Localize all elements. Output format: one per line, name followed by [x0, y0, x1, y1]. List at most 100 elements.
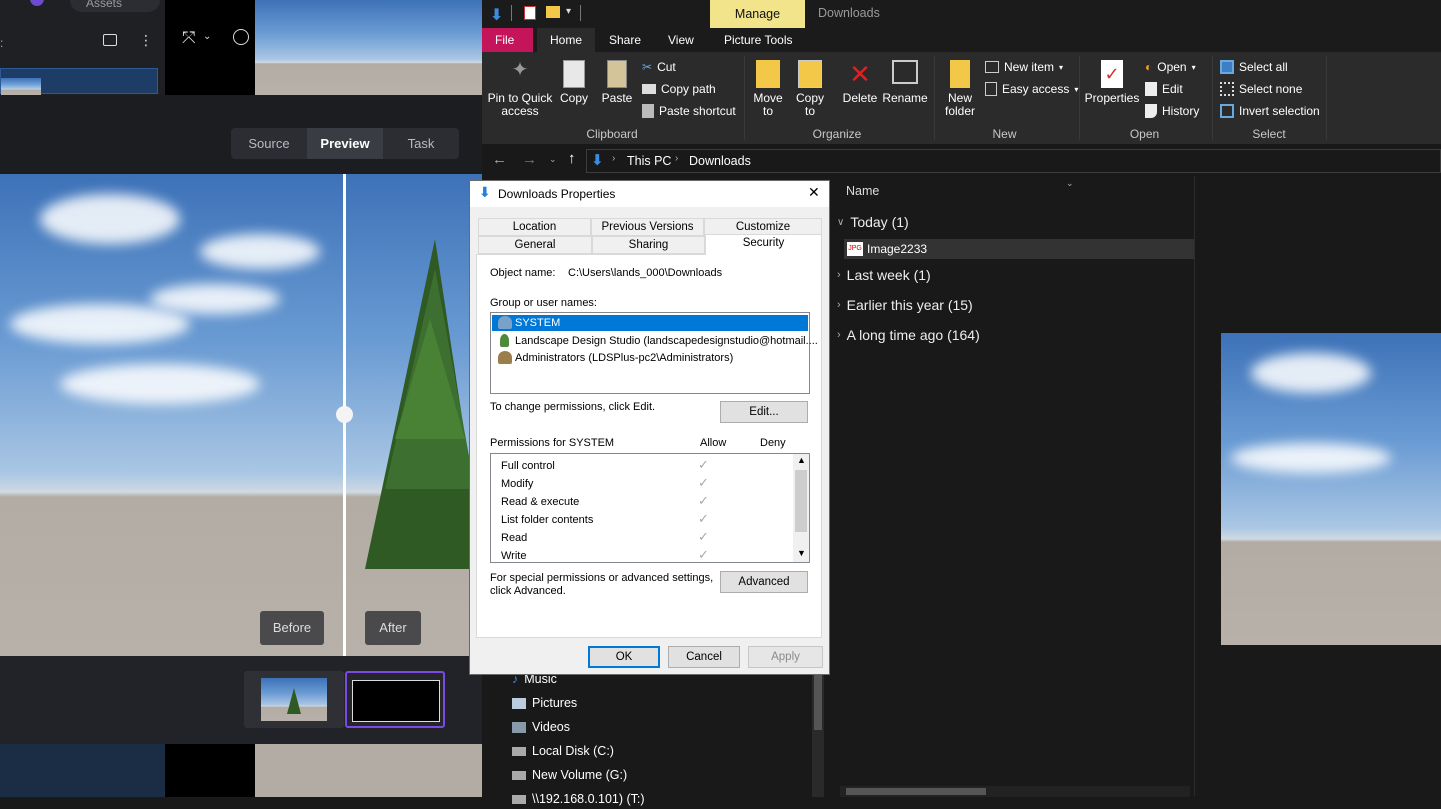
allow-check-icon: ✓	[698, 493, 709, 508]
properties-button[interactable]: ✓ Properties	[1084, 60, 1140, 105]
chevron-right-icon: ›	[675, 153, 679, 164]
file-name: Image2233	[867, 242, 928, 256]
tab-location[interactable]: Location	[478, 218, 591, 236]
group-a-long-time-ago[interactable]: › A long time ago (164)	[837, 327, 980, 343]
permissions-scrollbar[interactable]: ▲ ▼	[793, 454, 809, 562]
scrollbar-thumb[interactable]	[814, 670, 822, 730]
paste-button[interactable]: Paste	[600, 60, 634, 105]
invert-selection-button[interactable]: Invert selection	[1220, 102, 1320, 120]
copy-to-button[interactable]: Copy to	[792, 60, 828, 118]
new-folder-button[interactable]: New folder	[940, 60, 980, 118]
breadcrumb-this-pc[interactable]: This PC	[627, 154, 671, 168]
back-arrow-icon[interactable]: ←	[492, 151, 507, 168]
filmstrip-item[interactable]	[244, 671, 344, 728]
rename-button[interactable]: Rename	[882, 60, 928, 105]
copy-button[interactable]: Copy	[557, 60, 591, 105]
select-none-button[interactable]: Select none	[1220, 80, 1302, 98]
sort-chevron-icon: ⌄	[1066, 178, 1074, 188]
new-item-button[interactable]: New item ▾	[985, 58, 1063, 76]
bottom-preview	[255, 744, 482, 797]
cut-button[interactable]: ✂ Cut	[642, 58, 676, 76]
more-menu-icon[interactable]: ⋮	[139, 32, 153, 49]
broken-image-icon	[352, 680, 440, 722]
object-name-value: C:\Users\lands_000\Downloads	[568, 267, 723, 279]
column-header-name[interactable]: Name	[846, 184, 879, 198]
selected-layer-row[interactable]	[0, 68, 158, 95]
select-all-icon	[1220, 60, 1234, 74]
move-to-button[interactable]: Move to	[750, 60, 786, 118]
before-after-preview[interactable]: Before After	[0, 174, 482, 656]
select-all-button[interactable]: Select all	[1220, 58, 1288, 76]
open-button[interactable]: ◐ Open ▾	[1145, 58, 1196, 76]
horizontal-scrollbar[interactable]	[840, 786, 1190, 797]
new-folder-quick-icon[interactable]	[546, 6, 560, 18]
tab-home[interactable]: Home	[537, 28, 596, 52]
ok-button[interactable]: OK	[588, 646, 660, 668]
tab-security[interactable]: Security	[705, 234, 822, 255]
paste-shortcut-button[interactable]: Paste shortcut	[642, 102, 736, 120]
filmstrip-item-selected[interactable]	[345, 671, 445, 728]
globe-icon[interactable]	[233, 29, 249, 45]
bottom-strip	[165, 744, 255, 797]
advanced-button[interactable]: Advanced	[720, 571, 808, 593]
manage-tab[interactable]: Manage	[710, 0, 805, 28]
tab-task[interactable]: Task	[383, 128, 459, 159]
tab-sharing[interactable]: Sharing	[592, 236, 705, 254]
user-row-landscape[interactable]: Landscape Design Studio (landscapedesign…	[492, 333, 818, 349]
history-button[interactable]: History	[1145, 102, 1199, 120]
transform-icon[interactable]: ⤧	[182, 28, 196, 48]
apply-button[interactable]: Apply	[748, 646, 823, 668]
delete-button[interactable]: ✕ Delete	[840, 60, 880, 105]
tab-preview[interactable]: Preview	[307, 128, 383, 159]
nav-item-videos[interactable]: Videos	[512, 717, 570, 737]
scrollbar-thumb[interactable]	[795, 470, 807, 532]
breadcrumb-downloads[interactable]: Downloads	[689, 154, 751, 168]
nav-item-local-disk[interactable]: Local Disk (C:)	[512, 741, 614, 761]
open-group-label: Open	[1129, 127, 1160, 141]
divider	[1326, 56, 1327, 140]
allow-check-icon: ✓	[698, 457, 709, 472]
file-row[interactable]: JPG Image2233	[844, 239, 1194, 259]
up-arrow-icon[interactable]: ↑	[568, 150, 576, 167]
divider	[580, 5, 581, 21]
nav-item-pictures[interactable]: Pictures	[512, 693, 577, 713]
scroll-down-icon[interactable]: ▼	[797, 548, 806, 558]
users-list[interactable]: SYSTEM Landscape Design Studio (landscap…	[490, 312, 818, 394]
chevron-down-icon[interactable]: ⌄	[203, 31, 211, 42]
divider-handle[interactable]	[336, 406, 353, 423]
group-today[interactable]: ∨ Today (1)	[837, 214, 909, 230]
copy-path-button[interactable]: Copy path	[642, 80, 716, 98]
add-panel-icon[interactable]	[103, 34, 117, 46]
easy-access-button[interactable]: Easy access ▾	[985, 80, 1078, 98]
address-bar[interactable]: ⬇ › This PC › Downloads	[586, 149, 1441, 173]
collapse-icon[interactable]: :	[0, 36, 3, 50]
chevron-right-icon: ›	[837, 299, 841, 311]
user-row-system[interactable]: SYSTEM	[492, 315, 808, 331]
tab-file[interactable]: File	[482, 28, 533, 52]
tab-general[interactable]: General	[478, 236, 592, 254]
nav-item-network-drive[interactable]: \\192.168.0.101) (T:)	[512, 789, 645, 809]
recent-locations-icon[interactable]: ⌄	[549, 154, 557, 165]
close-icon[interactable]: ✕	[808, 184, 820, 201]
tab-view[interactable]: View	[655, 28, 707, 52]
assets-chip[interactable]: Assets	[70, 0, 160, 12]
properties-quick-icon[interactable]	[524, 6, 536, 20]
scroll-up-icon[interactable]: ▲	[797, 455, 806, 465]
tree-image	[365, 239, 482, 569]
tab-previous-versions[interactable]: Previous Versions	[591, 218, 704, 236]
user-row-administrators[interactable]: Administrators (LDSPlus-pc2\Administrato…	[492, 350, 808, 366]
edit-button[interactable]: Edit	[1145, 80, 1183, 98]
group-earlier-this-year[interactable]: › Earlier this year (15)	[837, 297, 973, 313]
group-last-week[interactable]: › Last week (1)	[837, 267, 931, 283]
nav-item-new-volume[interactable]: New Volume (G:)	[512, 765, 627, 785]
pin-quick-access-button[interactable]: ✦ Pin to Quick access	[486, 60, 554, 118]
tab-share[interactable]: Share	[596, 28, 654, 52]
customize-qat-icon[interactable]: ▾	[566, 6, 571, 17]
nav-scrollbar[interactable]	[812, 660, 824, 797]
forward-arrow-icon[interactable]: →	[522, 151, 537, 168]
cancel-button[interactable]: Cancel	[668, 646, 740, 668]
edit-button[interactable]: Edit...	[720, 401, 808, 423]
tab-picture-tools[interactable]: Picture Tools	[711, 28, 805, 52]
scrollbar-thumb[interactable]	[846, 788, 986, 795]
tab-source[interactable]: Source	[231, 128, 307, 159]
